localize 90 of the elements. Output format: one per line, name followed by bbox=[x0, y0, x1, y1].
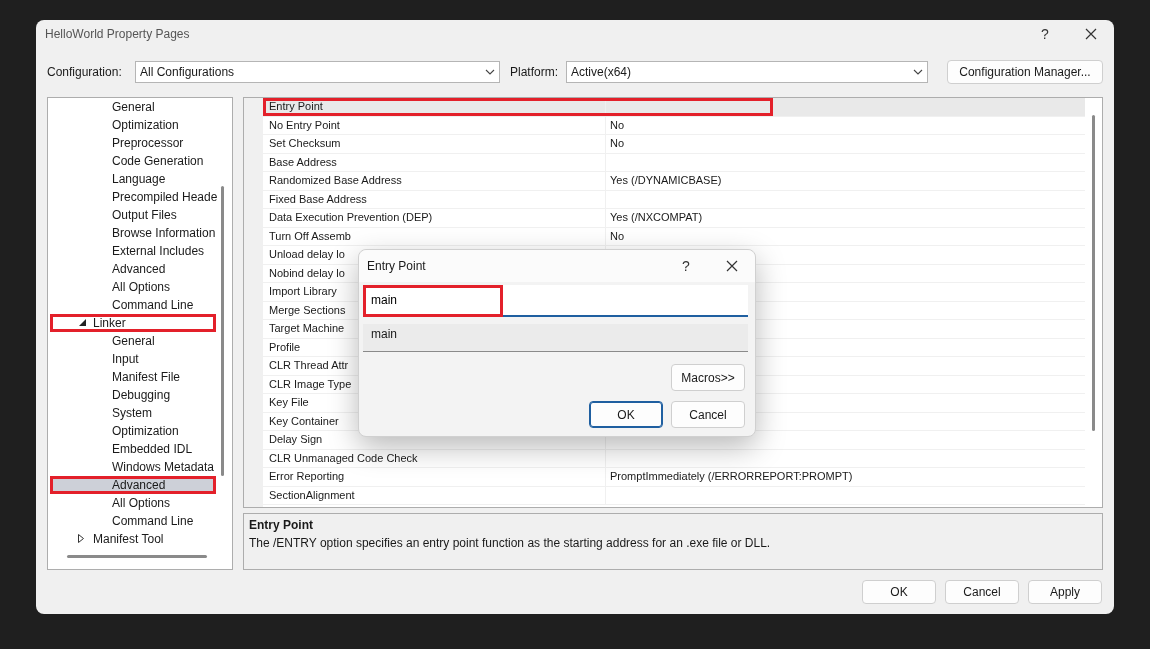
configuration-dropdown[interactable]: All Configurations bbox=[135, 61, 500, 83]
configuration-manager-button[interactable]: Configuration Manager... bbox=[947, 60, 1103, 84]
property-row[interactable]: Fixed Base Address bbox=[263, 190, 1085, 209]
property-name: SectionAlignment bbox=[269, 488, 355, 501]
tree-item[interactable]: Windows Metadata bbox=[50, 458, 216, 476]
field-label: Platform: bbox=[510, 64, 558, 81]
property-name: Nobind delay lo bbox=[269, 266, 345, 279]
property-value: Yes (/DYNAMICBASE) bbox=[610, 174, 722, 186]
property-name: CLR Unmanaged Code Check bbox=[269, 451, 418, 464]
help-button[interactable]: ? bbox=[1022, 20, 1068, 48]
property-name: Key Container bbox=[269, 414, 339, 427]
property-row[interactable]: Set Checksum No bbox=[263, 135, 1085, 154]
chevron-icon bbox=[485, 69, 495, 75]
tree-item[interactable]: Preprocessor bbox=[50, 134, 216, 152]
tree-item[interactable]: External Includes bbox=[50, 242, 216, 260]
evaluated-value: main bbox=[363, 324, 748, 352]
tree-item[interactable]: Code Generation bbox=[50, 152, 216, 170]
property-row[interactable]: Base Address bbox=[263, 153, 1085, 172]
tree-item[interactable]: All Options bbox=[50, 278, 216, 296]
property-name: Delay Sign bbox=[269, 433, 323, 445]
tree-item[interactable]: Advanced bbox=[50, 476, 216, 494]
property-row[interactable]: Entry Point bbox=[263, 98, 1085, 117]
field-label: Configuration: bbox=[47, 64, 123, 81]
tree-item[interactable]: General bbox=[50, 98, 216, 116]
scrollbar-thumb[interactable] bbox=[1092, 115, 1095, 431]
property-name: CLR Image Type bbox=[269, 377, 352, 390]
property-name: Data Execution Prevention (DEP) bbox=[269, 211, 433, 223]
property-name: Merge Sections bbox=[269, 303, 346, 316]
property-name: Fixed Base Address bbox=[269, 192, 367, 205]
property-name: Unload delay lo bbox=[269, 248, 345, 260]
property-name: Target Machine bbox=[269, 322, 345, 334]
tree-item[interactable]: Manifest Tool bbox=[50, 530, 216, 548]
property-name: Set Checksum bbox=[269, 137, 341, 149]
platform-dropdown[interactable]: Active(x64) bbox=[566, 61, 928, 83]
property-row[interactable]: Randomized Base Address Yes (/DYNAMICBASE) bbox=[263, 172, 1085, 191]
dialog-button[interactable]: OK bbox=[589, 401, 663, 428]
tree-item[interactable]: Language bbox=[50, 170, 216, 188]
input-field[interactable]: main bbox=[363, 285, 748, 317]
property-name: Error Reporting bbox=[269, 470, 345, 482]
tree-item[interactable]: Embedded IDL bbox=[50, 440, 216, 458]
tree-item[interactable]: General bbox=[50, 332, 216, 350]
tree-item[interactable]: Command Line bbox=[50, 296, 216, 314]
property-row[interactable]: SectionAlignment bbox=[263, 486, 1085, 505]
description-text: The /ENTRY option specifies an entry point function as the starting address for an .exe file or DLL. bbox=[249, 535, 772, 552]
tree-item[interactable]: Manifest File bbox=[50, 368, 216, 386]
property-name: Randomized Base Address bbox=[269, 174, 402, 186]
property-row[interactable]: Error Reporting PromptImmediately (/ERRORREPORT:PROMPT) bbox=[263, 468, 1085, 487]
tree-item[interactable]: Command Line bbox=[50, 512, 216, 530]
tree-item[interactable]: Input bbox=[50, 350, 216, 368]
tree-item[interactable]: Linker bbox=[50, 314, 216, 332]
dialog-button[interactable]: Cancel bbox=[945, 580, 1019, 604]
tree-item[interactable]: Output Files bbox=[50, 206, 216, 224]
chevron-icon bbox=[913, 69, 923, 75]
dialog-button[interactable]: OK bbox=[862, 580, 936, 604]
property-row[interactable]: Turn Off Assemb No bbox=[263, 227, 1085, 246]
description-title: Entry Point bbox=[249, 517, 314, 534]
property-name: Key File bbox=[269, 396, 309, 408]
tree-item[interactable]: Precompiled Heade bbox=[50, 188, 216, 206]
property-row[interactable]: CLR Unmanaged Code Check bbox=[263, 449, 1085, 468]
property-name: Entry Point bbox=[269, 100, 323, 112]
property-name: No Entry Point bbox=[269, 118, 340, 131]
property-name: Profile bbox=[269, 340, 301, 353]
property-value: No bbox=[610, 229, 625, 242]
property-name: Base Address bbox=[269, 155, 337, 168]
dialog-button[interactable]: Apply bbox=[1028, 580, 1102, 604]
tree-item[interactable]: Debugging bbox=[50, 386, 216, 404]
dialog-button[interactable]: Cancel bbox=[671, 401, 745, 428]
property-value: No bbox=[610, 118, 625, 131]
property-row[interactable]: Data Execution Prevention (DEP) Yes (/NXCOMPAT) bbox=[263, 209, 1085, 228]
property-value: Yes (/NXCOMPAT) bbox=[610, 211, 703, 223]
close-icon[interactable] bbox=[1085, 28, 1097, 40]
tree-item[interactable]: System bbox=[50, 404, 216, 422]
property-name: Import Library bbox=[269, 285, 337, 297]
tree-item[interactable]: All Options bbox=[50, 494, 216, 512]
expanded-icon[interactable] bbox=[79, 319, 86, 326]
scrollbar-thumb[interactable] bbox=[221, 186, 224, 476]
property-name: Turn Off Assemb bbox=[269, 229, 351, 242]
window-title: HelloWorld Property Pages bbox=[45, 26, 191, 43]
property-value: No bbox=[610, 137, 625, 149]
tree-item[interactable]: Optimization bbox=[50, 422, 216, 440]
property-row[interactable]: No Entry Point No bbox=[263, 116, 1085, 135]
property-name: CLR Thread Attr bbox=[269, 359, 349, 371]
close-icon[interactable] bbox=[726, 260, 738, 272]
macros-button[interactable]: Macros>> bbox=[671, 364, 745, 391]
scrollbar-thumb[interactable] bbox=[67, 555, 207, 558]
tree-item[interactable]: Optimization bbox=[50, 116, 216, 134]
property-value: PromptImmediately (/ERRORREPORT:PROMPT) bbox=[610, 470, 853, 482]
collapsed-icon[interactable] bbox=[78, 534, 84, 543]
tree-item[interactable]: Browse Information bbox=[50, 224, 216, 242]
tree-item[interactable]: Advanced bbox=[50, 260, 216, 278]
